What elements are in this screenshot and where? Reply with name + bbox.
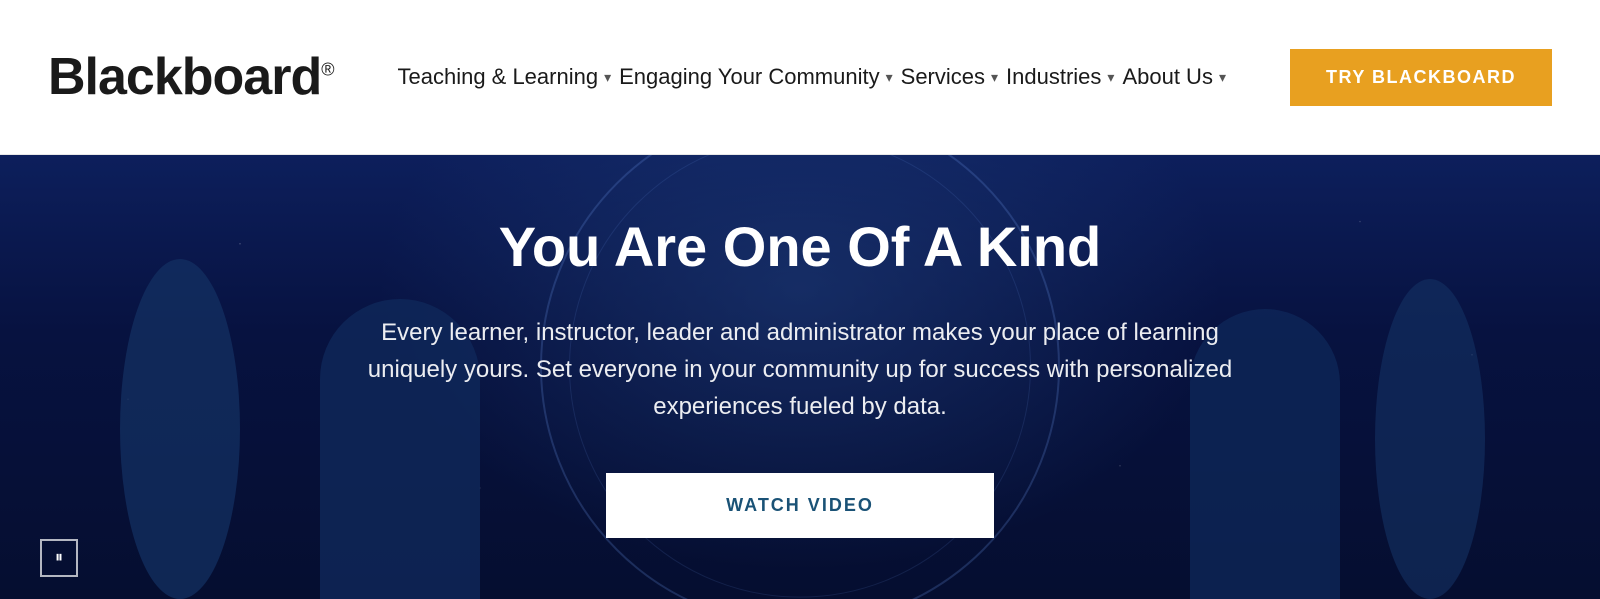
watch-video-button[interactable]: WATCH VIDEO: [606, 473, 994, 538]
pause-icon: ⏸: [55, 549, 63, 567]
nav-label-industries: Industries: [1006, 64, 1101, 90]
nav-label-engaging-community: Engaging Your Community: [619, 64, 880, 90]
hero-content: You Are One Of A Kind Every learner, ins…: [310, 216, 1290, 538]
chevron-down-icon: ▾: [886, 69, 893, 86]
logo-area: Blackboard®: [48, 51, 333, 103]
figure-right: [1340, 279, 1520, 599]
nav-item-industries[interactable]: Industries ▾: [1006, 64, 1114, 90]
chevron-down-icon: ▾: [604, 69, 611, 86]
chevron-down-icon: ▾: [1107, 69, 1114, 86]
nav-label-services: Services: [901, 64, 985, 90]
nav-item-engaging-community[interactable]: Engaging Your Community ▾: [619, 64, 893, 90]
try-blackboard-button[interactable]: TRY BLACKBOARD: [1290, 49, 1552, 106]
nav-label-teaching-learning: Teaching & Learning: [397, 64, 598, 90]
hero-section: You Are One Of A Kind Every learner, ins…: [0, 155, 1600, 599]
nav-item-about-us[interactable]: About Us ▾: [1122, 64, 1226, 90]
logo-trademark: ®: [321, 60, 333, 80]
site-header: Blackboard® Teaching & Learning ▾ Engagi…: [0, 0, 1600, 155]
hero-subtitle: Every learner, instructor, leader and ad…: [350, 314, 1250, 426]
nav-item-services[interactable]: Services ▾: [901, 64, 998, 90]
pause-button[interactable]: ⏸: [40, 539, 78, 577]
chevron-down-icon: ▾: [1219, 69, 1226, 86]
figure-left: [80, 259, 280, 599]
nav-item-teaching-learning[interactable]: Teaching & Learning ▾: [397, 64, 611, 90]
hero-title: You Are One Of A Kind: [350, 216, 1250, 278]
nav-label-about-us: About Us: [1122, 64, 1213, 90]
logo-text: Blackboard: [48, 48, 321, 106]
chevron-down-icon: ▾: [991, 69, 998, 86]
logo[interactable]: Blackboard®: [48, 51, 333, 103]
main-nav: Teaching & Learning ▾ Engaging Your Comm…: [333, 64, 1290, 90]
